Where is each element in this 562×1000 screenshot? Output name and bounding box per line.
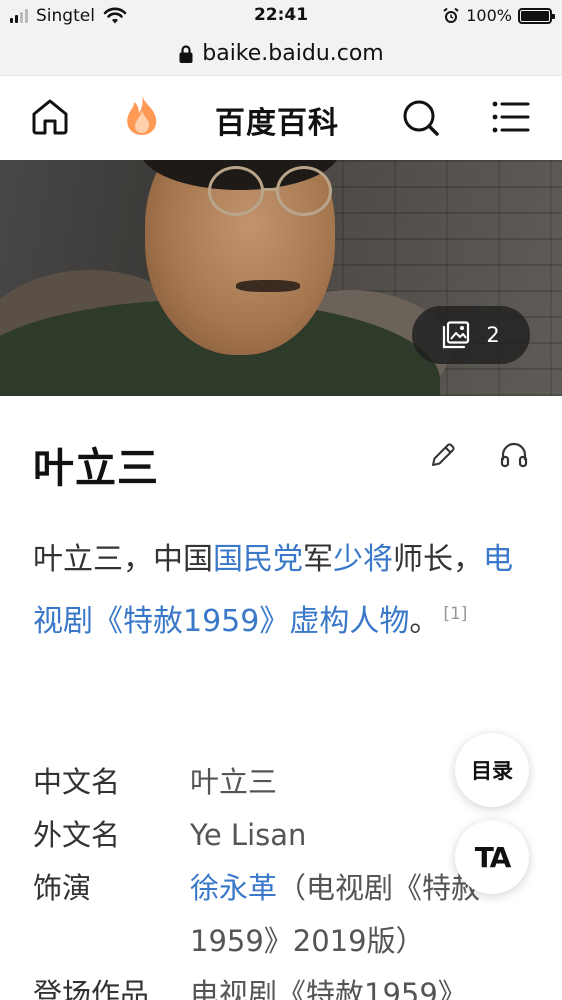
- hero-image[interactable]: 2: [0, 160, 562, 396]
- link-actor[interactable]: 徐永革: [190, 871, 277, 905]
- gallery-count: 2: [486, 323, 500, 347]
- summary-text: 。: [409, 604, 440, 639]
- battery-percent: 100%: [466, 6, 512, 25]
- infobox-row: 登场作品 电视剧《特赦1959》: [33, 968, 533, 1000]
- url-text: baike.baidu.com: [202, 41, 384, 66]
- address-bar[interactable]: baike.baidu.com: [0, 32, 562, 76]
- summary-text: 叶立三，中国: [33, 542, 213, 577]
- summary-text: 师长，: [393, 542, 483, 577]
- status-right: 100%: [442, 6, 555, 25]
- infobox: 中文名 叶立三 外文名 Ye Lisan 饰演 徐永革（电视剧《特赦1959》2…: [33, 756, 533, 1000]
- gallery-icon: [443, 321, 470, 349]
- link-fictional-character[interactable]: 虚构人物: [289, 604, 409, 639]
- infobox-key: 饰演: [33, 871, 92, 905]
- search-icon[interactable]: [401, 98, 441, 138]
- headphones-icon[interactable]: [499, 440, 529, 470]
- infobox-key: 登场作品: [33, 977, 150, 1000]
- edit-pencil-icon[interactable]: [428, 440, 458, 470]
- home-icon[interactable]: [30, 96, 70, 136]
- gallery-button[interactable]: 2: [412, 306, 530, 364]
- baike-flame-logo-icon[interactable]: [121, 93, 163, 137]
- battery-icon: [518, 7, 555, 24]
- ta-button[interactable]: TA: [455, 820, 529, 894]
- reference-marker[interactable]: [1]: [443, 604, 467, 624]
- summary-text: 军: [303, 542, 333, 577]
- site-title[interactable]: 百度百科: [200, 98, 354, 142]
- lock-icon: [179, 44, 193, 63]
- menu-icon[interactable]: [492, 100, 530, 134]
- infobox-value: 电视剧《特赦1959》: [190, 977, 467, 1000]
- article-header: 叶立三: [0, 396, 562, 508]
- table-of-contents-button[interactable]: 目录: [455, 733, 529, 807]
- article-title: 叶立三: [33, 444, 159, 492]
- infobox-key: 中文名: [33, 765, 121, 799]
- infobox-row: 饰演 徐永革（电视剧《特赦1959》2019版）: [33, 862, 533, 968]
- link-kuomintang[interactable]: 国民党: [213, 542, 303, 577]
- infobox-key: 外文名: [33, 818, 121, 852]
- site-nav: 百度百科: [0, 76, 562, 160]
- link-major-general[interactable]: 少将: [333, 542, 393, 577]
- status-bar: Singtel 22:41 100%: [0, 0, 562, 32]
- article-summary: 叶立三，中国国民党军少将师长，电视剧《特赦1959》虚构人物。 [1]: [33, 533, 523, 649]
- alarm-icon: [443, 7, 459, 23]
